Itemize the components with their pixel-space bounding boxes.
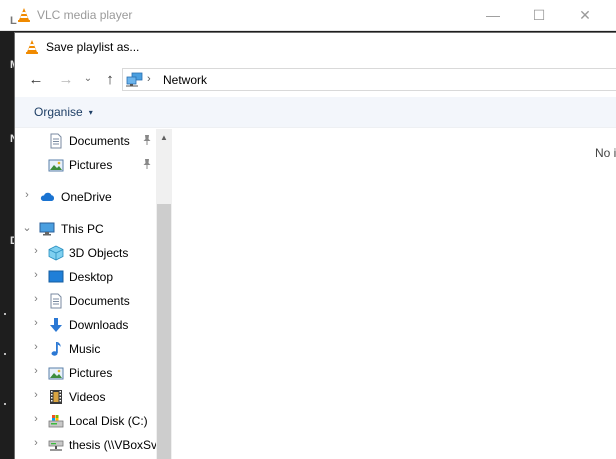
organise-label: Organise — [34, 105, 83, 119]
nav-item-label: Desktop — [69, 270, 114, 284]
scroll-thumb[interactable] — [157, 204, 171, 459]
nav-item-documents[interactable]: › Documents — [15, 289, 156, 313]
chevron-right-icon[interactable]: › — [31, 437, 41, 449]
dialog-title: Save playlist as... — [46, 40, 140, 54]
vlc-background-dot — [4, 353, 6, 355]
chevron-right-icon[interactable]: › — [31, 245, 41, 257]
nav-pane-scrollbar[interactable]: ▲ — [156, 129, 172, 459]
chevron-right-icon[interactable]: › — [31, 365, 41, 377]
nav-item-label: Local Disk (C:) — [69, 414, 148, 428]
breadcrumb-network[interactable]: Network — [163, 73, 207, 87]
nav-item-label: OneDrive — [61, 190, 112, 204]
vlc-background-text: L — [10, 15, 17, 27]
nav-item-label: 3D Objects — [69, 246, 129, 260]
downloads-icon — [50, 318, 62, 332]
nav-item-quick-documents[interactable]: Documents — [15, 129, 156, 153]
nav-item-videos[interactable]: › Videos — [15, 385, 156, 409]
chevron-right-icon[interactable]: › — [31, 293, 41, 305]
file-list-pane[interactable]: No i — [172, 129, 616, 459]
nav-item-quick-pictures[interactable]: Pictures — [15, 153, 156, 177]
maximize-button[interactable]: ☐ — [516, 0, 562, 30]
vlc-background-strip: L M N D — [0, 15, 19, 459]
nav-item-label: Pictures — [69, 366, 113, 380]
navigation-pane: Documents Pictures › OneDrive ⌄ This PC … — [15, 129, 172, 459]
pin-icon — [143, 135, 151, 145]
toolbar: Organise ▾ — [15, 97, 616, 128]
nav-item-label: Downloads — [69, 318, 129, 332]
documents-icon — [50, 293, 62, 309]
minimize-button[interactable]: — — [470, 0, 516, 30]
chevron-right-icon[interactable]: › — [31, 413, 41, 425]
chevron-down-icon[interactable]: ⌄ — [22, 221, 32, 234]
nav-item-label: Videos — [69, 390, 106, 404]
up-button[interactable]: ↑ — [101, 70, 119, 88]
nav-item-music[interactable]: › Music — [15, 337, 156, 361]
back-button[interactable]: ← — [27, 70, 45, 88]
nav-item-3d-objects[interactable]: › 3D Objects — [15, 241, 156, 265]
cloud-icon — [40, 192, 55, 201]
vlc-window-title: VLC media player — [37, 8, 133, 22]
vlc-background-dot — [4, 403, 6, 405]
chevron-right-icon[interactable]: › — [22, 189, 32, 201]
vlc-background-dot — [4, 313, 6, 315]
desktop-icon — [48, 270, 64, 283]
chevron-right-icon[interactable]: › — [31, 317, 41, 329]
breadcrumb-separator: › — [147, 73, 151, 85]
pictures-icon — [48, 367, 64, 380]
address-row: ← → ⌄ ↑ › Network — [15, 63, 616, 96]
nav-item-label: Pictures — [69, 158, 113, 172]
forward-button[interactable]: → — [57, 70, 75, 88]
computer-icon — [39, 222, 55, 236]
dialog-titlebar: Save playlist as... — [15, 33, 616, 63]
nav-item-onedrive[interactable]: › OneDrive — [15, 185, 156, 209]
videos-icon — [50, 390, 62, 404]
vlc-cone-icon — [18, 8, 30, 22]
nav-item-local-disk[interactable]: › Local Disk (C:) — [15, 409, 156, 433]
nav-item-desktop[interactable]: › Desktop — [15, 265, 156, 289]
nav-item-thesis-network-drive[interactable]: › thesis (\\VBoxSv — [15, 433, 158, 457]
nav-item-pictures[interactable]: › Pictures — [15, 361, 156, 385]
nav-item-label: Documents — [69, 294, 130, 308]
organise-button[interactable]: Organise ▾ — [34, 105, 93, 119]
chevron-right-icon[interactable]: › — [31, 341, 41, 353]
empty-folder-message: No i — [595, 146, 616, 160]
documents-icon — [50, 133, 62, 149]
address-bar[interactable]: › Network — [122, 68, 616, 91]
nav-item-label: Music — [69, 342, 101, 356]
chevron-down-icon: ▾ — [88, 107, 93, 117]
vlc-titlebar: VLC media player — ☐ ✕ — [0, 0, 616, 31]
nav-item-label: This PC — [61, 222, 104, 236]
vlc-cone-icon — [26, 40, 38, 54]
pictures-icon — [48, 159, 64, 172]
3d-objects-icon — [48, 245, 64, 261]
network-icon — [126, 72, 143, 87]
nav-item-downloads[interactable]: › Downloads — [15, 313, 156, 337]
recent-locations-button[interactable]: ⌄ — [81, 70, 95, 88]
close-button[interactable]: ✕ — [562, 0, 608, 30]
save-playlist-dialog: Save playlist as... ← → ⌄ ↑ › Network Or… — [14, 32, 616, 459]
scroll-up-arrow[interactable]: ▲ — [156, 129, 172, 146]
local-disk-icon — [48, 415, 64, 428]
nav-item-label: thesis (\\VBoxSv — [69, 438, 158, 452]
nav-item-this-pc[interactable]: ⌄ This PC — [15, 217, 156, 241]
chevron-right-icon[interactable]: › — [31, 389, 41, 401]
nav-item-label: Documents — [69, 134, 130, 148]
chevron-right-icon[interactable]: › — [31, 269, 41, 281]
music-icon — [51, 342, 61, 356]
pin-icon — [143, 159, 151, 169]
network-drive-icon — [48, 440, 64, 451]
